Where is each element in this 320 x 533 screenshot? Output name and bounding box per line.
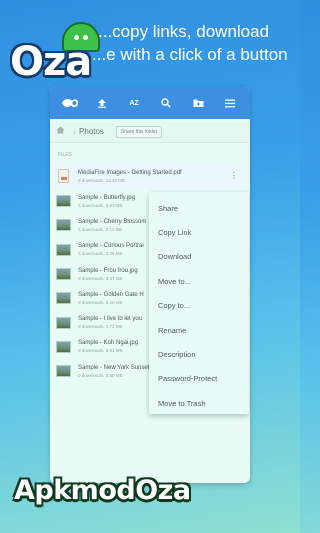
banner-line-1: ...copy links, download [98,22,270,41]
home-icon[interactable] [56,126,70,137]
menu-item-download[interactable]: Download [149,245,249,269]
sort-az-icon[interactable]: AZ [122,91,146,115]
file-meta: 0 downloads, 6.61 MB [78,202,123,208]
upload-icon[interactable] [90,91,114,115]
app-toolbar: AZ [50,87,250,119]
file-meta: 0 downloads, 6.91 MB [78,348,123,354]
image-thumbnail [56,195,71,208]
menu-item-copy-link[interactable]: Copy Link [149,220,249,244]
image-thumbnail [56,219,71,232]
file-meta: 0 downloads, 3.36 MB [78,251,123,257]
file-meta: 0 downloads, 2.11 MB [78,226,123,232]
image-thumbnail [56,340,71,353]
file-name: Sample - Butterfly.jpg [78,194,135,201]
pdf-file-icon [58,169,69,183]
menu-item-rename[interactable]: Rename [149,318,249,342]
file-meta: 0 downloads, 12.43 MB [78,177,126,183]
menu-item-copy-to[interactable]: Copy to... [149,294,249,318]
search-icon[interactable] [154,91,178,115]
file-meta: 0 downloads, 1.72 MB [78,324,123,330]
menu-item-description[interactable]: Description [149,342,249,366]
file-name: MediaFire Images - Getting Started.pdf [78,169,182,176]
image-thumbnail [56,243,71,256]
file-meta: 0 downloads, 8.45 MB [78,299,123,305]
file-meta: 0 downloads, 3.47 MB [78,275,123,281]
file-name: Sample - Golden Gate H [78,291,144,298]
mediafire-logo-icon[interactable] [58,91,82,115]
watermark-logo: ApkmodOza [14,475,191,506]
menu-item-move-to[interactable]: Move to... [149,269,249,293]
share-folder-button[interactable]: Share this folder [115,125,163,138]
more-options-icon[interactable]: ⋮ [230,172,238,180]
image-thumbnail [56,268,71,281]
breadcrumb-separator-icon: › [73,126,76,137]
breadcrumb-folder[interactable]: Photos [79,127,104,136]
breadcrumb: › Photos Share this folder [50,121,250,143]
file-name: Sample - Frou frou.jpg [78,267,138,274]
oza-logo: Oza [10,12,100,82]
file-name: Sample - Koh Ngai.jpg [78,340,139,347]
menu-icon[interactable] [218,91,242,115]
new-folder-icon[interactable] [186,91,210,115]
files-section-label: FILES [58,152,72,158]
app-screen: AZ › Photos Share this folder FILES Medi… [50,87,250,483]
sort-az-label: AZ [129,99,139,107]
image-thumbnail [56,365,71,378]
menu-item-share[interactable]: Share [149,196,249,220]
menu-item-move-to-trash[interactable]: Move to Trash [149,391,249,415]
image-thumbnail [56,292,71,305]
banner-line-2: ...e with a click of a button [92,45,288,64]
list-item[interactable]: MediaFire Images - Getting Started.pdf 0… [50,163,250,189]
file-name: Sample - Curious Portrai [78,243,144,250]
image-thumbnail [56,316,71,329]
oza-logo-text: Oza [10,39,92,85]
file-name: Sample - Cherry Blossom [78,218,147,225]
context-menu: Share Copy Link Download Move to... Copy… [149,192,249,414]
menu-item-password-protect[interactable]: Password-Protect [149,367,249,391]
file-name: Sample - I live to let you [78,316,143,323]
